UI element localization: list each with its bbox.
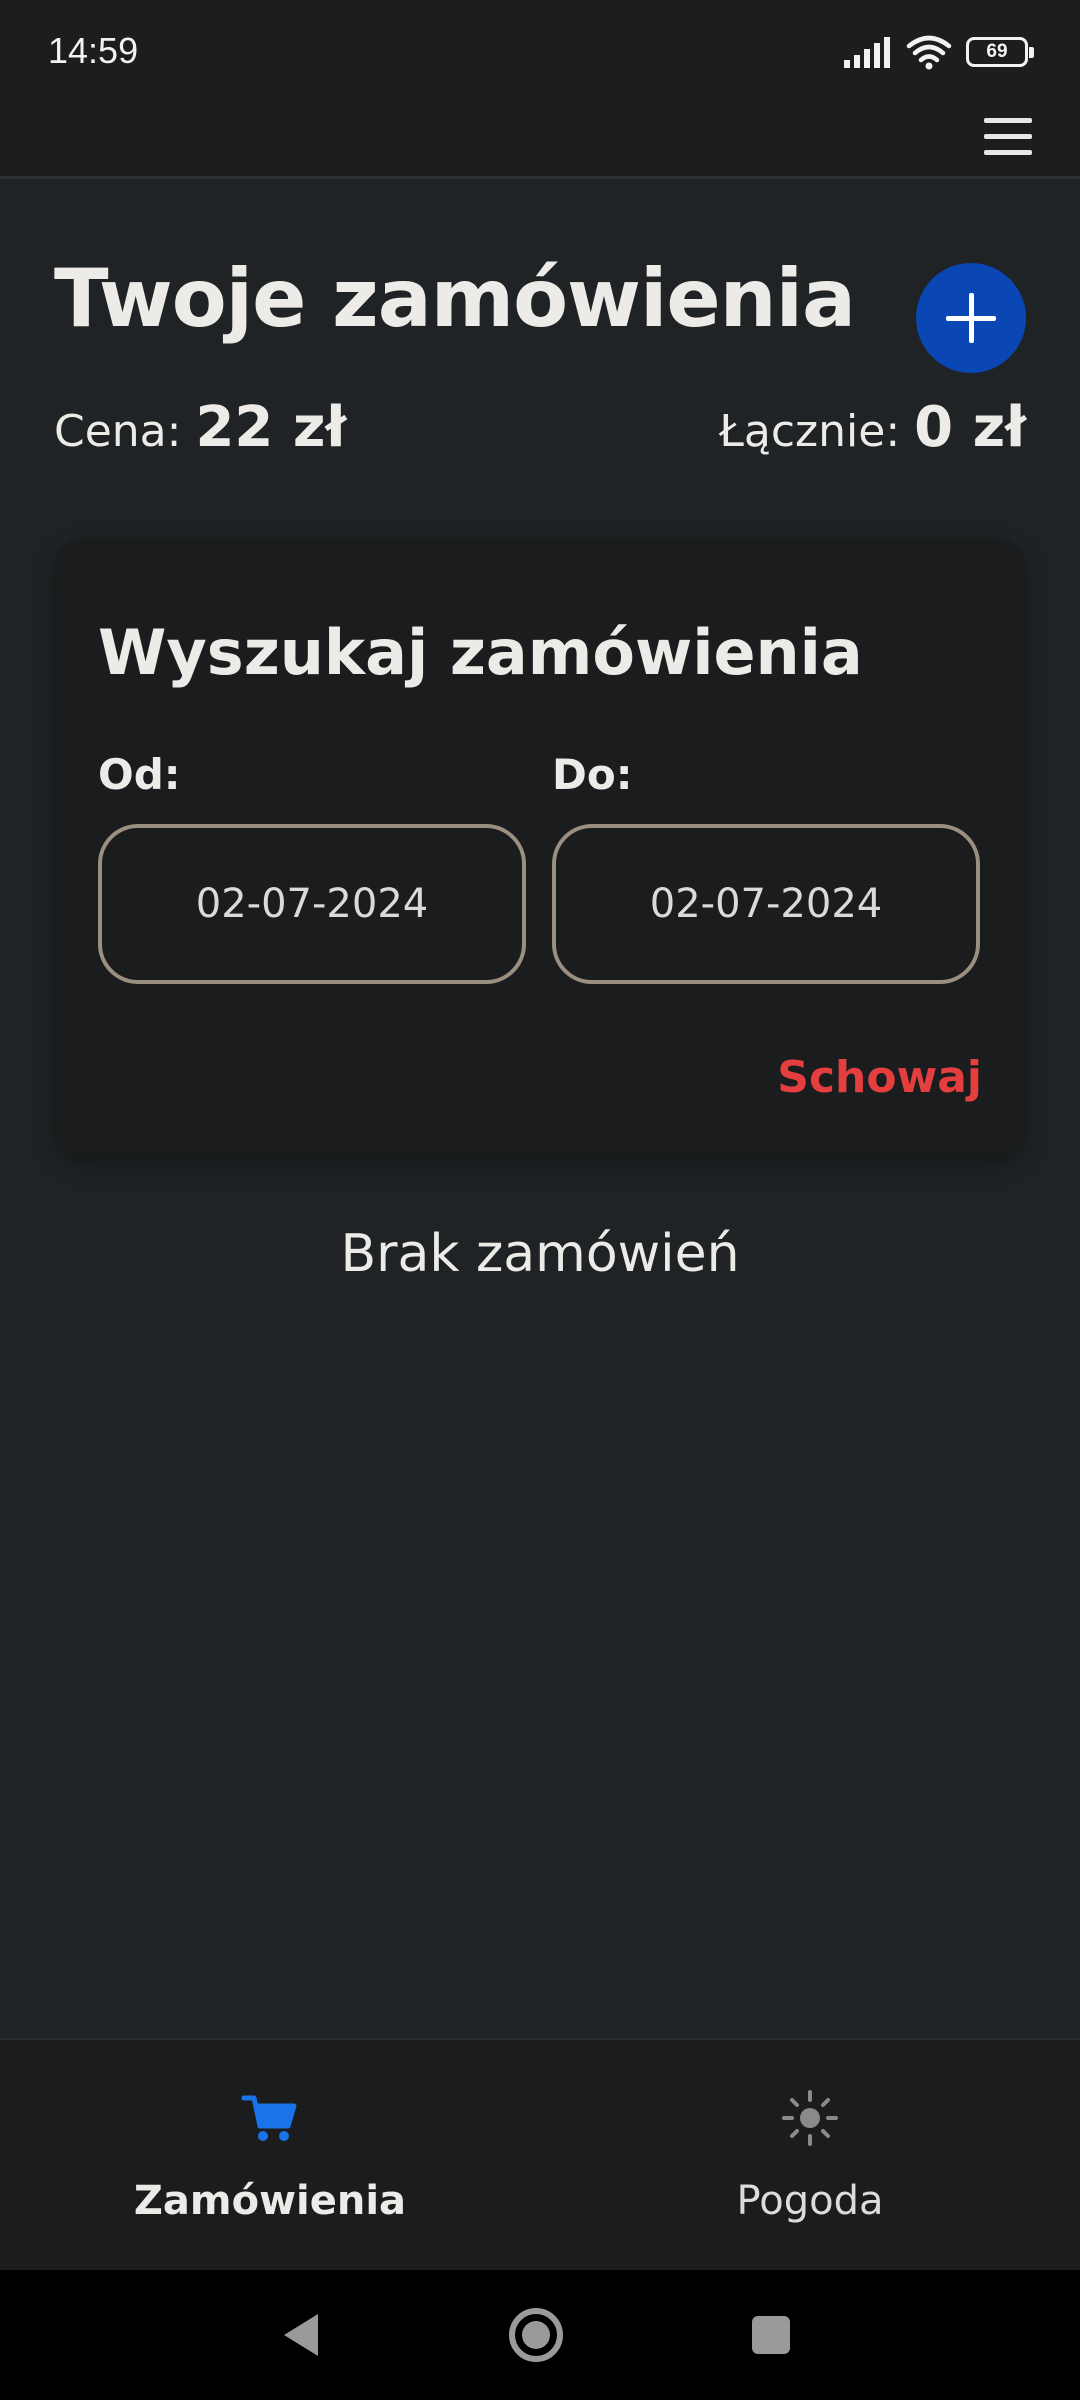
back-icon[interactable] xyxy=(278,2310,322,2360)
status-bar: 14:59 69 xyxy=(0,0,1080,104)
home-icon[interactable] xyxy=(506,2305,566,2365)
menu-button[interactable] xyxy=(980,114,1036,160)
sun-icon xyxy=(782,2090,838,2146)
to-date-field[interactable]: 02-07-2024 xyxy=(552,824,980,984)
empty-orders-message: Brak zamówień xyxy=(340,1224,740,1284)
from-date-field[interactable]: 02-07-2024 xyxy=(98,824,526,984)
status-time: 14:59 xyxy=(48,30,139,71)
total-value: 0 zł xyxy=(914,395,1026,460)
recents-icon[interactable] xyxy=(750,2314,792,2356)
tab-orders[interactable]: Zamówienia xyxy=(0,2040,540,2272)
from-label: Od: xyxy=(98,750,181,799)
signal-icon xyxy=(844,37,890,68)
battery-level: 69 xyxy=(986,41,1008,62)
add-order-button[interactable] xyxy=(916,263,1026,373)
hamburger-icon-line xyxy=(984,134,1032,139)
cart-icon xyxy=(241,2095,297,2141)
app-bar xyxy=(0,104,1080,179)
wifi-icon xyxy=(906,35,952,70)
price-value: 22 zł xyxy=(195,395,347,460)
hamburger-icon xyxy=(984,118,1032,123)
price-label: Cena: xyxy=(54,406,196,457)
search-title: Wyszukaj zamówienia xyxy=(98,616,863,689)
battery-icon: 69 xyxy=(966,37,1034,67)
tab-orders-label: Zamówienia xyxy=(133,2178,407,2224)
status-icons: 69 xyxy=(842,32,1034,72)
system-nav-bar xyxy=(0,2270,1080,2400)
to-label: Do: xyxy=(552,750,633,799)
total-summary: Łącznie: 0 zł xyxy=(719,395,1026,460)
price-summary: Cena: 22 zł xyxy=(54,395,346,460)
tab-weather[interactable]: Pogoda xyxy=(540,2040,1080,2272)
search-card: Wyszukaj zamówienia Od: Do: 02-07-2024 0… xyxy=(54,538,1026,1154)
tab-weather-label: Pogoda xyxy=(736,2178,884,2224)
total-label: Łącznie: xyxy=(719,406,915,457)
page-title: Twoje zamówienia xyxy=(54,252,856,345)
hamburger-icon-line xyxy=(984,150,1032,155)
hide-button[interactable]: Schowaj xyxy=(777,1052,982,1103)
bottom-nav: Zamówienia Pogoda xyxy=(0,2038,1080,2272)
